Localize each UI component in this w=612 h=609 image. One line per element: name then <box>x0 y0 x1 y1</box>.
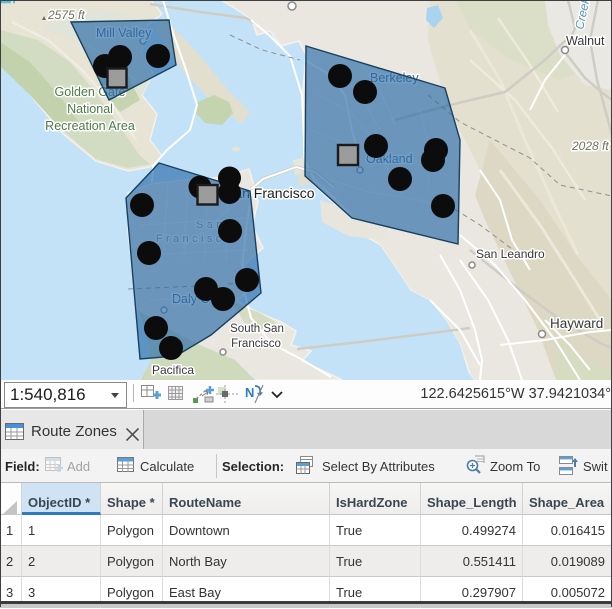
svg-text:National: National <box>67 102 113 116</box>
svg-text:N: N <box>245 385 254 400</box>
svg-text:2575 ft: 2575 ft <box>47 8 85 22</box>
svg-text:San Leandro: San Leandro <box>476 247 545 261</box>
svg-text:Francisco: Francisco <box>231 338 281 350</box>
svg-text:Pacifica: Pacifica <box>152 363 194 377</box>
svg-text:2028 ft: 2028 ft <box>571 139 609 153</box>
svg-text:Walnut: Walnut <box>566 34 605 48</box>
svg-text:Recreation Area: Recreation Area <box>45 119 135 133</box>
svg-text:South San: South San <box>230 323 284 335</box>
svg-text:Hayward: Hayward <box>550 316 603 331</box>
